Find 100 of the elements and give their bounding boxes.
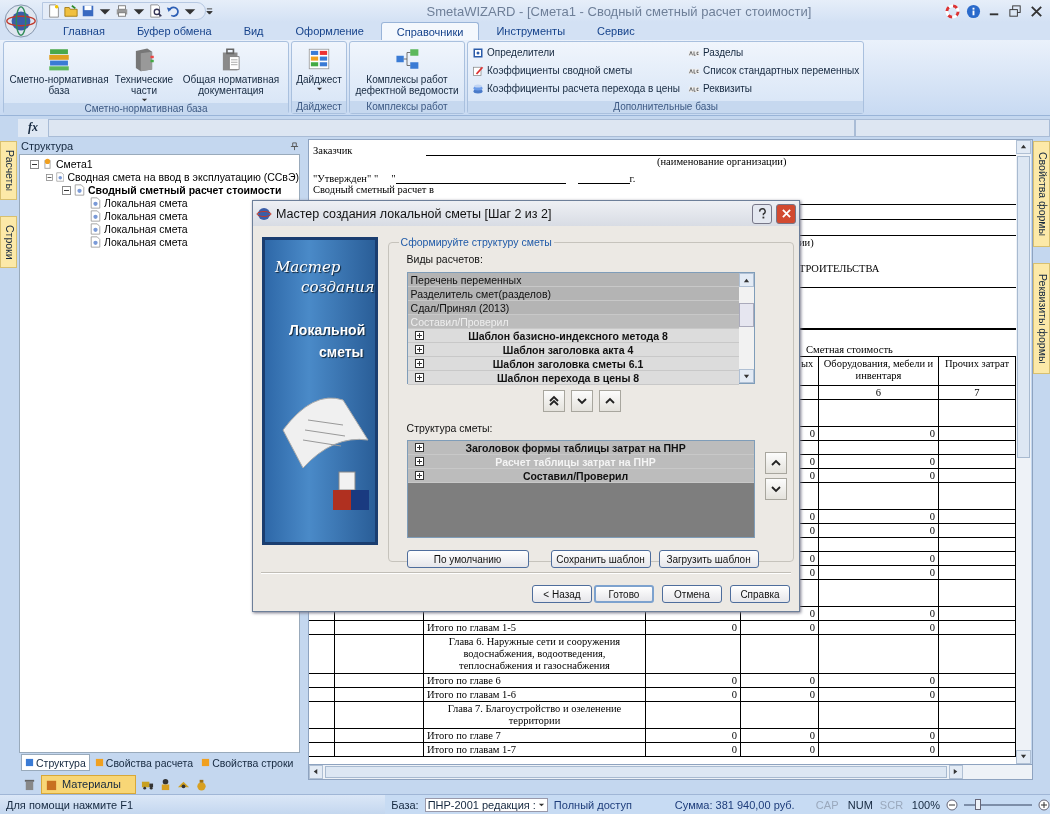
side-tab[interactable]: Реквизиты формы — [1033, 262, 1050, 375]
ribbon-button[interactable]: Комплексы работ дефектной ведомости — [352, 43, 462, 101]
scroll-left-icon[interactable] — [312, 768, 320, 776]
scroll-up-icon[interactable] — [1020, 143, 1027, 151]
scroll-thumb[interactable] — [325, 765, 947, 778]
list-item[interactable]: Заголовок формы таблицы затрат на ПНР — [407, 441, 754, 455]
collapse-icon[interactable] — [46, 172, 53, 182]
ribbon-button[interactable]: Сметно-нормативная база — [6, 43, 112, 103]
name-field[interactable] — [855, 118, 1050, 137]
move-down-button[interactable] — [764, 478, 787, 500]
ribbon-tab[interactable]: Главная — [48, 22, 120, 40]
ribbon-button[interactable]: Технические части — [112, 43, 176, 103]
expand-icon[interactable] — [414, 471, 424, 480]
template-button[interactable]: Загрузить шаблон — [658, 550, 759, 568]
list-item[interactable]: Составил/Проверил — [407, 469, 754, 483]
tree-item[interactable]: Сводный сметный расчет стоимости — [88, 184, 282, 197]
ribbon-button[interactable]: Список стандартных переменных — [688, 61, 860, 80]
ribbon-tab[interactable]: Сервис — [582, 22, 650, 40]
table-cell: 0 — [819, 687, 939, 702]
move-up-button[interactable] — [764, 452, 787, 474]
panel-tab[interactable]: Структура — [21, 754, 90, 772]
scroll-right-icon[interactable] — [952, 768, 960, 776]
ribbon-tab[interactable]: Справочники — [380, 22, 480, 40]
template-button[interactable]: Сохранить шаблон — [550, 550, 651, 568]
materials-button[interactable]: Материалы — [41, 774, 136, 794]
list-item[interactable]: Шаблон перехода в цены 8 — [407, 371, 739, 385]
template-button[interactable]: По умолчанию — [406, 550, 529, 568]
info-icon[interactable] — [966, 3, 981, 19]
ribbon-button[interactable]: Реквизиты — [688, 79, 860, 98]
lifebuoy-icon[interactable] — [945, 3, 960, 19]
dialog-title: Мастер создания локальной сметы [Шаг 2 из 2] — [276, 206, 553, 221]
collapse-icon[interactable] — [62, 185, 71, 195]
side-tab[interactable]: Свойства формы — [1033, 140, 1050, 247]
banner-text: Мастер — [275, 258, 342, 276]
tree-item[interactable]: Локальная смета — [104, 236, 188, 249]
new-document-icon[interactable] — [47, 4, 61, 18]
tree-item[interactable]: Смета1 — [56, 158, 93, 171]
dialog-button[interactable]: Отмена — [662, 585, 722, 603]
help-button[interactable] — [752, 203, 772, 224]
ribbon-tab[interactable]: Оформление — [280, 22, 379, 40]
panel-tab[interactable]: Свойства строки — [198, 754, 297, 772]
undo-icon[interactable] — [166, 4, 180, 18]
zoom-in-icon[interactable] — [1038, 798, 1050, 811]
list-item[interactable]: Шаблон заголовка сметы 6.1 — [407, 357, 739, 371]
move-button[interactable] — [542, 390, 565, 412]
expand-icon[interactable] — [414, 443, 424, 452]
group-label: Сметно-нормативная база — [4, 102, 288, 115]
customize-toolbar-icon[interactable] — [206, 7, 213, 15]
printer-icon[interactable] — [115, 4, 129, 18]
side-tab[interactable]: Расчеты — [0, 140, 17, 200]
close-icon[interactable] — [1029, 3, 1044, 19]
expand-icon[interactable] — [414, 359, 424, 368]
dialog-button[interactable]: Справка — [730, 585, 790, 603]
scroll-down-icon[interactable] — [742, 372, 750, 380]
scroll-thumb[interactable] — [1017, 155, 1030, 458]
tree-item[interactable]: Локальная смета — [104, 197, 188, 210]
list-item[interactable]: Сдал/Принял (2013) — [407, 301, 739, 315]
trash-icon[interactable] — [23, 777, 36, 791]
zoom-out-icon[interactable] — [946, 798, 958, 811]
dialog-button[interactable]: Готово — [594, 585, 654, 603]
list-item[interactable]: Разделитель смет(разделов) — [407, 287, 739, 301]
move-button[interactable] — [598, 390, 621, 412]
ribbon-tab[interactable]: Вид — [228, 22, 279, 40]
close-button[interactable] — [776, 203, 796, 224]
dialog-button[interactable]: < Назад — [532, 585, 592, 603]
tree-item[interactable]: Локальная смета — [104, 210, 188, 223]
panel-tab[interactable]: Свойства расчета — [91, 754, 197, 772]
move-button[interactable] — [570, 390, 593, 412]
tab-icon — [25, 758, 34, 768]
table-cell: 0 — [741, 742, 819, 757]
ribbon-button[interactable]: Коэффициенты сводной сметы — [472, 61, 680, 80]
folder-icon[interactable] — [64, 4, 78, 18]
list-item[interactable]: Шаблон заголовка акта 4 — [407, 343, 739, 357]
formula-field[interactable] — [48, 118, 855, 137]
ribbon-button[interactable]: Дайджест — [294, 43, 344, 101]
ribbon-button[interactable]: Определители — [472, 43, 680, 62]
expand-icon[interactable] — [414, 373, 424, 382]
base-dropdown[interactable]: ПНР-2001 редакция : — [424, 797, 548, 812]
ribbon-button[interactable]: Общая нормативная документация — [176, 43, 286, 103]
collapse-icon[interactable] — [30, 159, 39, 169]
ribbon-button[interactable]: Разделы — [688, 43, 860, 62]
table-cell: Итого по главам 1-5 — [424, 620, 646, 635]
restore-icon[interactable] — [1008, 3, 1023, 19]
ribbon-button[interactable]: Коэффициенты расчета перехода в цены — [472, 79, 680, 98]
expand-icon[interactable] — [414, 345, 424, 354]
slider-thumb[interactable] — [974, 798, 981, 810]
scroll-up-icon[interactable] — [742, 276, 750, 284]
list-item[interactable]: Шаблон базисно-индексного метода 8 — [407, 329, 739, 343]
pin-icon[interactable] — [290, 141, 299, 151]
expand-icon[interactable] — [414, 331, 424, 340]
save-icon[interactable] — [81, 4, 95, 18]
print-preview-icon[interactable] — [149, 4, 163, 18]
list-item[interactable]: Перечень переменных — [407, 273, 739, 287]
side-tab[interactable]: Строки — [0, 215, 17, 269]
ribbon-tab[interactable]: Буфер обмена — [121, 22, 227, 40]
ribbon-tab[interactable]: Инструменты — [481, 22, 581, 40]
table-cell: Глава 7. Благоустройство и озеленение территории — [424, 701, 646, 729]
scroll-down-icon[interactable] — [1020, 753, 1027, 761]
tree-item[interactable]: Локальная смета — [104, 223, 188, 236]
tree-item[interactable]: Сводная смета на ввод в эксплуатацию (ССвЭ) — [67, 171, 299, 184]
